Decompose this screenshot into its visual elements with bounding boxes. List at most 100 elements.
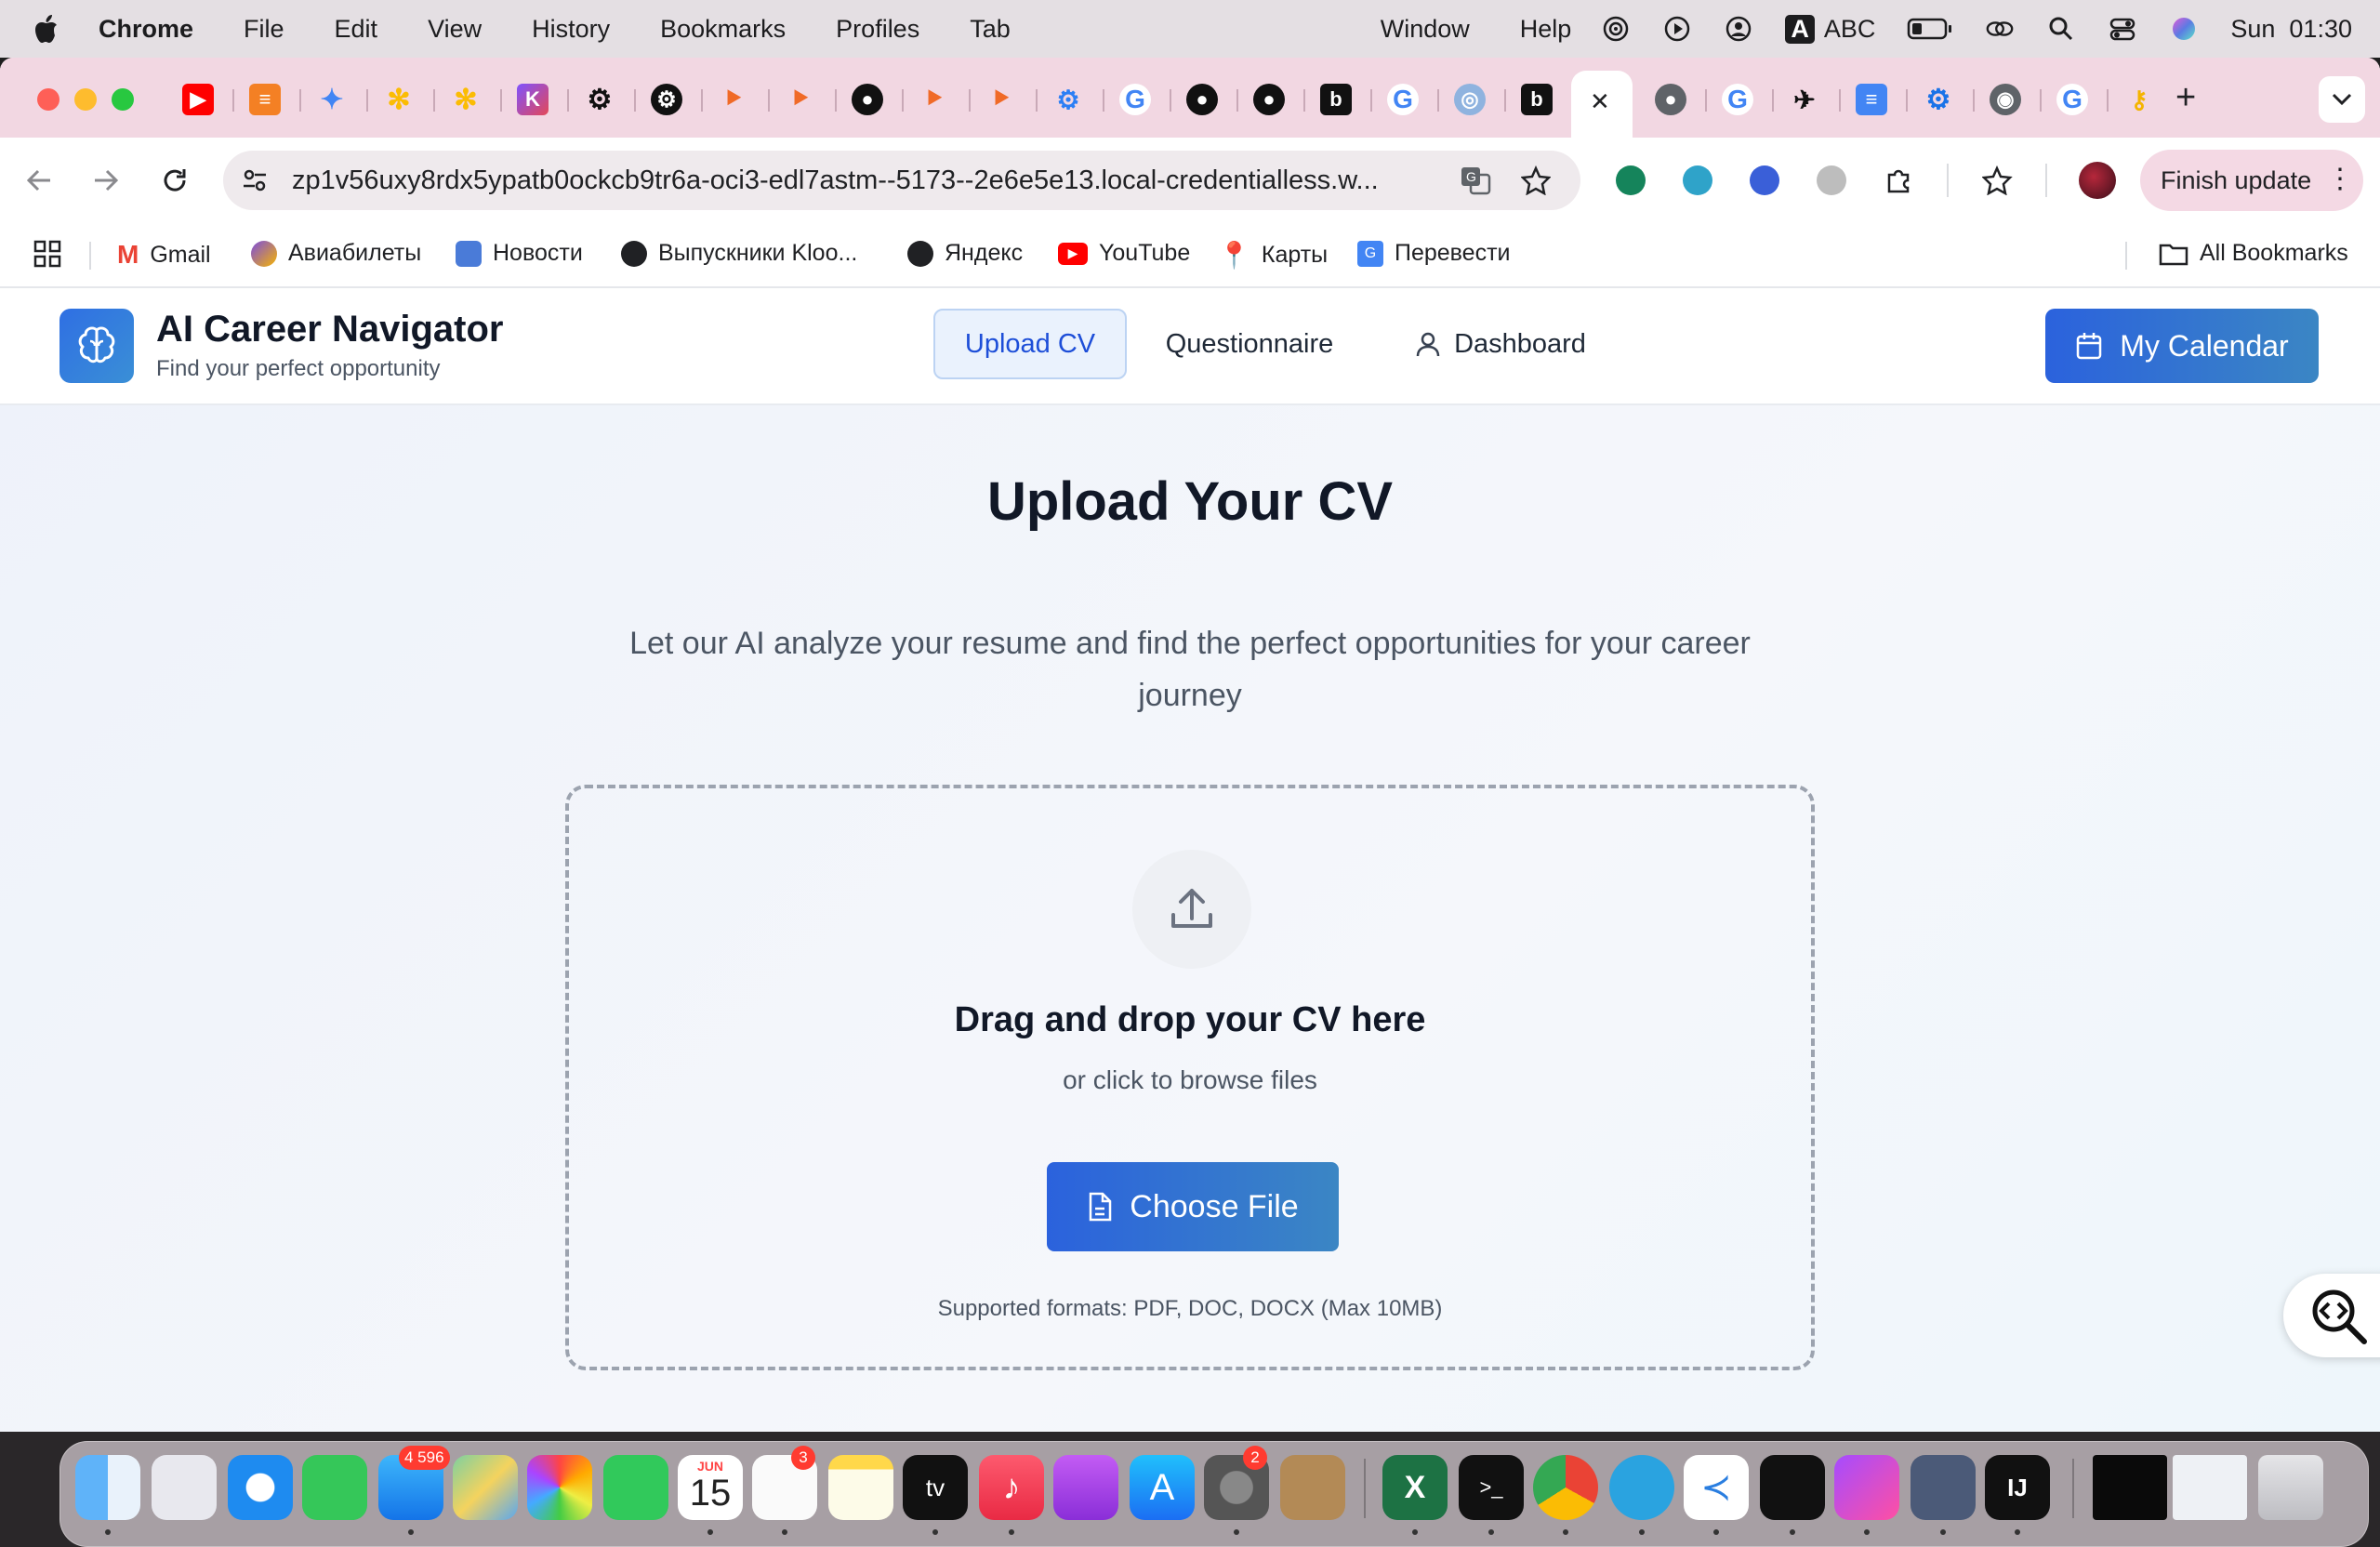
tab-openai-icon[interactable]: ⚙ bbox=[584, 84, 615, 115]
menu-app-name[interactable]: Chrome bbox=[99, 15, 193, 44]
tab-key-icon[interactable]: ⚷ bbox=[2123, 84, 2155, 115]
play-icon[interactable] bbox=[1662, 14, 1692, 44]
minimize-window-button[interactable] bbox=[74, 88, 97, 111]
cv-dropzone[interactable]: Drag and drop your CV here or click to b… bbox=[565, 785, 1815, 1370]
bookmark-novosti[interactable]: Новости bbox=[456, 240, 583, 267]
menu-tab[interactable]: Tab bbox=[970, 15, 1011, 44]
bookmark-star-icon[interactable] bbox=[1521, 165, 1551, 195]
chrome-icon[interactable] bbox=[1533, 1455, 1598, 1520]
tab-orange-bolt-icon[interactable]: ⯈ bbox=[785, 84, 816, 115]
bookmark-vypuskniki[interactable]: Выпускники Kloo... bbox=[621, 240, 857, 267]
tab-gemini-icon[interactable]: ✦ bbox=[316, 84, 348, 115]
maximize-window-button[interactable] bbox=[112, 88, 134, 111]
apple-logo-icon[interactable] bbox=[33, 13, 61, 45]
tab-settings-icon[interactable]: ⚙ bbox=[1923, 84, 1954, 115]
reload-icon[interactable] bbox=[160, 165, 190, 195]
tab-stackoverflow-icon[interactable]: ≡ bbox=[249, 84, 281, 115]
tab-google-icon[interactable]: G bbox=[1722, 84, 1753, 115]
devtools-inspector-button[interactable] bbox=[2283, 1274, 2380, 1357]
app-store-icon[interactable]: A bbox=[1130, 1455, 1195, 1520]
nav-dashboard[interactable]: Dashboard bbox=[1398, 309, 1603, 379]
tab-search-button[interactable] bbox=[2319, 76, 2365, 123]
tab-b-icon[interactable]: b bbox=[1320, 84, 1352, 115]
extensions-puzzle-icon[interactable] bbox=[1884, 165, 1913, 195]
menu-profiles[interactable]: Profiles bbox=[836, 15, 919, 44]
tab-openai-icon[interactable]: ⚙ bbox=[651, 84, 682, 115]
webstorm-icon[interactable] bbox=[1834, 1455, 1899, 1520]
finder-icon[interactable] bbox=[75, 1455, 140, 1520]
minimized-window-thumbnail[interactable] bbox=[2093, 1455, 2167, 1520]
tab-b-icon[interactable]: b bbox=[1521, 84, 1553, 115]
bookmark-yandex[interactable]: Яндекс bbox=[907, 240, 1023, 267]
menubar-clock[interactable]: Sun 01:30 bbox=[2230, 15, 2352, 44]
profile-avatar[interactable] bbox=[2079, 162, 2116, 199]
vscode-icon[interactable]: ≺ bbox=[1684, 1455, 1749, 1520]
calendar-app-icon[interactable]: JUN 15 bbox=[678, 1455, 743, 1520]
brain-logo-icon[interactable] bbox=[60, 309, 134, 383]
tab-github-icon[interactable]: ● bbox=[1253, 84, 1285, 115]
figma-icon[interactable] bbox=[1760, 1455, 1825, 1520]
siri-icon[interactable] bbox=[2169, 14, 2199, 44]
tab-orange-bolt-icon[interactable]: ⯈ bbox=[919, 84, 950, 115]
tab-google-icon[interactable]: G bbox=[1119, 84, 1151, 115]
finish-update-button[interactable]: Finish update ⋮ bbox=[2140, 150, 2363, 211]
trash-icon[interactable] bbox=[2258, 1455, 2323, 1520]
intellij-icon[interactable]: IJ bbox=[1985, 1455, 2050, 1520]
grammarly-extension-icon[interactable] bbox=[1616, 165, 1646, 195]
user-icon[interactable] bbox=[1724, 14, 1753, 44]
menu-edit[interactable]: Edit bbox=[335, 15, 378, 44]
tab-kotlin-icon[interactable]: K bbox=[517, 84, 549, 115]
tab-docs-icon[interactable]: ≡ bbox=[1856, 84, 1887, 115]
search-icon[interactable] bbox=[2046, 14, 2076, 44]
bookmark-youtube[interactable]: ▶ YouTube bbox=[1058, 240, 1190, 267]
music-icon[interactable]: ♪ bbox=[979, 1455, 1044, 1520]
kebab-menu-icon[interactable]: ⋮ bbox=[2326, 163, 2354, 196]
input-source[interactable]: A ABC bbox=[1785, 14, 1875, 44]
menu-bookmarks[interactable]: Bookmarks bbox=[660, 15, 786, 44]
telegram-icon[interactable] bbox=[1609, 1455, 1674, 1520]
bookmark-perevesti[interactable]: G Перевести bbox=[1357, 240, 1511, 267]
tab-close-icon[interactable]: ✕ bbox=[1590, 87, 1610, 116]
site-info-icon[interactable] bbox=[240, 165, 270, 195]
notes-icon[interactable] bbox=[828, 1455, 893, 1520]
tab-github-icon[interactable]: ● bbox=[1186, 84, 1218, 115]
screen-mirroring-icon[interactable] bbox=[1985, 14, 2015, 44]
bookmark-gmail[interactable]: M Gmail bbox=[117, 240, 211, 270]
tab-orange-bolt-icon[interactable]: ⯈ bbox=[718, 84, 749, 115]
my-calendar-button[interactable]: My Calendar bbox=[2045, 309, 2319, 383]
apps-grid-button[interactable] bbox=[33, 240, 61, 268]
extension-bird-icon[interactable] bbox=[1750, 165, 1779, 195]
bookmark-aviabilety[interactable]: Авиабилеты bbox=[251, 240, 421, 267]
translate-icon[interactable]: G bbox=[1460, 165, 1491, 195]
tab-github-icon[interactable]: ● bbox=[852, 84, 883, 115]
launchpad-icon[interactable] bbox=[152, 1455, 217, 1520]
extension-gray-icon[interactable] bbox=[1817, 165, 1846, 195]
control-center-icon[interactable] bbox=[2108, 14, 2137, 44]
nav-upload-cv[interactable]: Upload CV bbox=[933, 309, 1127, 379]
tab-youtube-icon[interactable]: ▶ bbox=[182, 84, 214, 115]
menu-help[interactable]: Help bbox=[1520, 15, 1572, 44]
tab-pinwheel-icon[interactable]: ✻ bbox=[450, 84, 482, 115]
tab-bird-icon[interactable]: ✈ bbox=[1789, 84, 1820, 115]
choose-file-button[interactable]: Choose File bbox=[1047, 1162, 1339, 1251]
bookmark-karty[interactable]: 📍 Карты bbox=[1218, 240, 1328, 271]
menu-view[interactable]: View bbox=[428, 15, 482, 44]
safari-icon[interactable] bbox=[228, 1455, 293, 1520]
tab-openai-blue-icon[interactable]: ⚙ bbox=[1052, 84, 1084, 115]
battery-icon[interactable] bbox=[1907, 14, 1953, 44]
podcasts-icon[interactable] bbox=[1053, 1455, 1118, 1520]
close-window-button[interactable] bbox=[37, 88, 60, 111]
minimized-window-thumbnail[interactable] bbox=[2173, 1455, 2247, 1520]
new-tab-button[interactable]: + bbox=[2175, 78, 2196, 118]
apple-tv-icon[interactable]: tv bbox=[903, 1455, 968, 1520]
maps-icon[interactable] bbox=[453, 1455, 518, 1520]
tab-un-icon[interactable]: ◎ bbox=[1454, 84, 1486, 115]
forward-arrow-icon[interactable] bbox=[91, 165, 121, 195]
quicktime-icon[interactable] bbox=[1911, 1455, 1976, 1520]
menu-file[interactable]: File bbox=[244, 15, 284, 44]
nav-questionnaire[interactable]: Questionnaire bbox=[1149, 309, 1350, 379]
tab-google-icon[interactable]: G bbox=[1387, 84, 1419, 115]
messages-icon[interactable] bbox=[302, 1455, 367, 1520]
all-bookmarks-button[interactable]: All Bookmarks bbox=[2159, 240, 2348, 267]
tab-chrome-icon[interactable]: ◉ bbox=[1990, 84, 2021, 115]
